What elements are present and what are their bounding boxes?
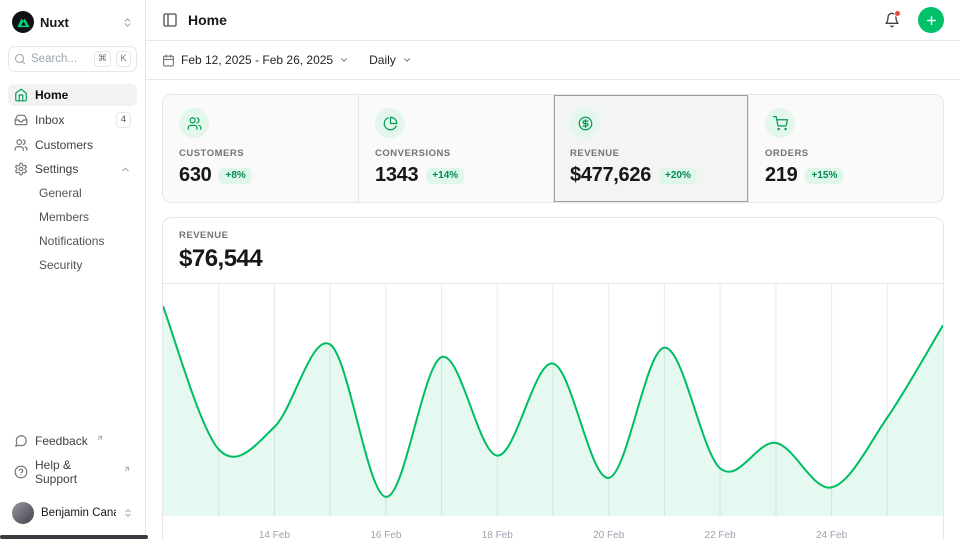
kbd-cmd: ⌘: [94, 51, 111, 66]
sidebar-item-inbox[interactable]: Inbox 4: [8, 108, 137, 132]
nuxt-logo-icon: [12, 11, 34, 33]
horizontal-scrollbar-thumb[interactable]: [0, 535, 148, 539]
stat-card-revenue[interactable]: REVENUE $477,626 +20%: [553, 95, 748, 202]
search-icon: [14, 53, 26, 65]
svg-text:18 Feb: 18 Feb: [482, 530, 514, 540]
workspace-selector[interactable]: Nuxt: [8, 8, 137, 36]
sidebar-item-members[interactable]: Members: [8, 206, 137, 228]
svg-text:14 Feb: 14 Feb: [259, 530, 291, 540]
stat-value: $477,626: [570, 164, 651, 187]
external-link-icon: [123, 465, 131, 473]
workspace-name: Nuxt: [40, 15, 116, 30]
chevron-down-icon: [339, 55, 349, 65]
stat-card-orders[interactable]: ORDERS 219 +15%: [748, 95, 943, 202]
filter-toolbar: Feb 12, 2025 - Feb 26, 2025 Daily: [146, 41, 960, 80]
chevrons-up-down-icon: [123, 508, 133, 518]
user-menu[interactable]: Benjamin Canac: [8, 498, 137, 528]
sidebar-item-feedback[interactable]: Feedback: [8, 430, 137, 452]
stat-label: CONVERSIONS: [375, 148, 537, 159]
kbd-k: K: [116, 51, 131, 66]
svg-text:16 Feb: 16 Feb: [370, 530, 402, 540]
stat-delta-badge: +15%: [805, 168, 843, 184]
sidebar-item-label: Help & Support: [35, 458, 115, 486]
app-root: Nuxt Search... ⌘ K Home: [0, 0, 960, 540]
date-range-label: Feb 12, 2025 - Feb 26, 2025: [181, 53, 333, 67]
sidebar-item-label: Feedback: [35, 434, 88, 448]
sidebar-subitem-label: Security: [39, 258, 82, 272]
svg-text:24 Feb: 24 Feb: [816, 530, 848, 540]
sidebar-item-security[interactable]: Security: [8, 254, 137, 276]
shopping-cart-icon: [765, 108, 795, 138]
sidebar-item-general[interactable]: General: [8, 182, 137, 204]
chevrons-up-down-icon: [122, 17, 133, 28]
sidebar-spacer: [8, 276, 137, 430]
stat-value: 630: [179, 164, 211, 187]
stat-label: CUSTOMERS: [179, 148, 342, 159]
notifications-bell-button[interactable]: [884, 12, 900, 28]
calendar-icon: [162, 54, 175, 67]
sidebar-item-help-support[interactable]: Help & Support: [8, 454, 137, 490]
stat-delta-badge: +20%: [659, 168, 697, 184]
stat-card-conversions[interactable]: CONVERSIONS 1343 +14%: [358, 95, 553, 202]
sidebar-item-label: Home: [35, 88, 68, 102]
date-range-picker[interactable]: Feb 12, 2025 - Feb 26, 2025: [162, 53, 349, 67]
chart-metric-label: REVENUE: [179, 230, 927, 241]
sidebar-item-notifications[interactable]: Notifications: [8, 230, 137, 252]
user-name: Benjamin Canac: [41, 507, 116, 519]
sidebar-item-settings[interactable]: Settings: [8, 158, 137, 180]
sidebar-item-home[interactable]: Home: [8, 84, 137, 106]
stat-delta-badge: +14%: [426, 168, 464, 184]
granularity-select[interactable]: Daily: [369, 53, 412, 67]
stat-label: ORDERS: [765, 148, 927, 159]
chart-metric-value: $76,544: [179, 245, 927, 273]
svg-text:20 Feb: 20 Feb: [593, 530, 625, 540]
main-panel: Home Feb 12, 2025 - Feb 26, 2025 Daily: [146, 0, 960, 540]
granularity-label: Daily: [369, 53, 396, 67]
dollar-circle-icon: [570, 108, 600, 138]
stat-value: 1343: [375, 164, 418, 187]
chevron-up-icon: [120, 164, 131, 175]
stats-row: CUSTOMERS 630 +8% CONVERSIONS 1343 +14%: [162, 94, 944, 203]
users-icon: [179, 108, 209, 138]
chart-pie-icon: [375, 108, 405, 138]
external-link-icon: [96, 434, 104, 442]
avatar: [12, 502, 34, 524]
add-button[interactable]: [918, 7, 944, 33]
sidebar-subitem-label: General: [39, 186, 82, 200]
stat-delta-badge: +8%: [219, 168, 251, 184]
revenue-area-chart[interactable]: 14 Feb 16 Feb 18 Feb 20 Feb 22 Feb 24 Feb: [163, 284, 943, 540]
inbox-count-badge: 4: [116, 112, 131, 128]
sidebar-item-label: Settings: [35, 162, 78, 176]
top-header: Home: [146, 0, 960, 41]
sidebar-item-label: Inbox: [35, 113, 64, 127]
inbox-icon: [14, 113, 28, 127]
help-circle-icon: [14, 465, 28, 479]
stat-card-customers[interactable]: CUSTOMERS 630 +8%: [163, 95, 358, 202]
svg-text:22 Feb: 22 Feb: [705, 530, 737, 540]
dashboard-content: CUSTOMERS 630 +8% CONVERSIONS 1343 +14%: [146, 80, 960, 540]
sidebar: Nuxt Search... ⌘ K Home: [0, 0, 146, 540]
search-placeholder: Search...: [31, 53, 89, 65]
page-title: Home: [188, 12, 874, 28]
stat-label: REVENUE: [570, 148, 732, 159]
search-input[interactable]: Search... ⌘ K: [8, 46, 137, 72]
sidebar-nav: Home Inbox 4 Customers Settings: [8, 84, 137, 276]
chevron-down-icon: [402, 55, 412, 65]
home-icon: [14, 88, 28, 102]
revenue-chart-card: REVENUE $76,544 14 Feb 16 Feb 18 Feb 20 Feb…: [162, 217, 944, 540]
sidebar-collapse-button[interactable]: [162, 12, 178, 28]
sidebar-footer-nav: Feedback Help & Support: [8, 430, 137, 490]
sidebar-subitem-label: Members: [39, 210, 89, 224]
stat-value: 219: [765, 164, 797, 187]
users-icon: [14, 138, 28, 152]
sidebar-item-label: Customers: [35, 138, 93, 152]
settings-subnav: General Members Notifications Security: [8, 182, 137, 276]
notification-dot: [894, 10, 901, 17]
chat-bubble-icon: [14, 434, 28, 448]
sidebar-subitem-label: Notifications: [39, 234, 104, 248]
sidebar-item-customers[interactable]: Customers: [8, 134, 137, 156]
gear-icon: [14, 162, 28, 176]
chart-header: REVENUE $76,544: [163, 218, 943, 284]
